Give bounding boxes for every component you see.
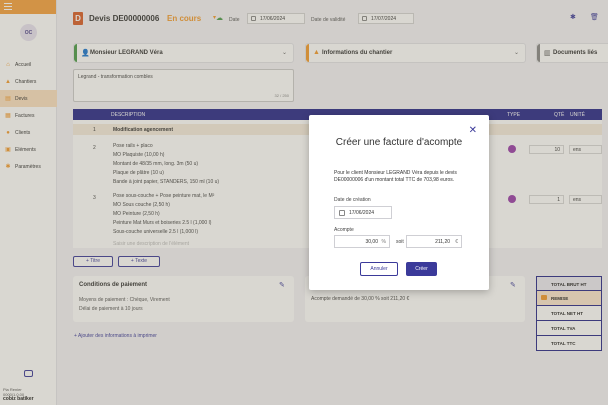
modal-title: Créer une facture d'acompte bbox=[335, 137, 463, 148]
calendar-icon bbox=[339, 210, 345, 216]
date-creation-input[interactable]: 17/06/2024 bbox=[334, 206, 392, 219]
amount-input[interactable]: 211,20 € bbox=[406, 235, 462, 248]
amount-value: 211,20 bbox=[435, 239, 450, 245]
percent-value: 30,00 bbox=[365, 239, 378, 245]
close-icon[interactable]: ✕ bbox=[469, 125, 477, 136]
amount-unit: € bbox=[455, 239, 458, 245]
create-button[interactable]: Créer bbox=[406, 262, 437, 276]
percent-unit: % bbox=[381, 239, 386, 245]
acompte-label: Acompte bbox=[334, 227, 354, 233]
modal-description: Pour le client Monsieur LEGRAND Véra dep… bbox=[334, 170, 457, 183]
percent-input[interactable]: 30,00 % bbox=[334, 235, 390, 248]
soit-label: soit bbox=[396, 239, 404, 245]
acompte-modal: ✕ Créer une facture d'acompte Pour le cl… bbox=[309, 115, 489, 290]
date-creation-label: Date de création bbox=[334, 197, 371, 203]
cancel-button[interactable]: Annuler bbox=[360, 262, 398, 276]
date-creation-value: 17/06/2024 bbox=[349, 210, 375, 216]
modal-backdrop[interactable] bbox=[0, 0, 608, 405]
